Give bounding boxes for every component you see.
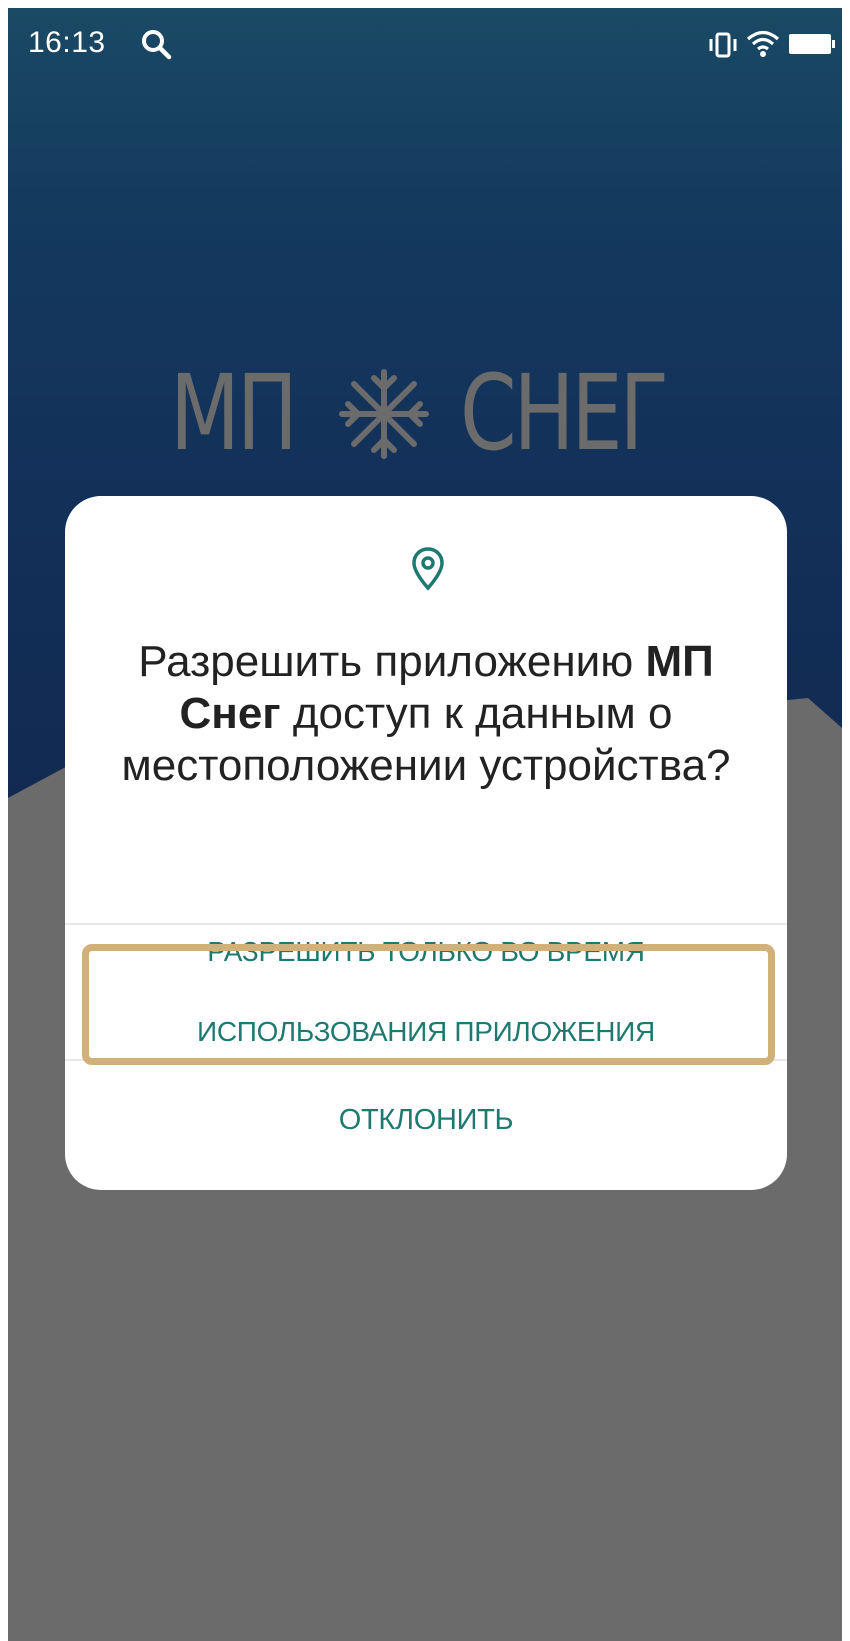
allow-button-label: РАЗРЕШИТЬ ТОЛЬКО ВО ВРЕМЯ ИСПОЛЬЗОВАНИЯ П… bbox=[146, 932, 706, 1052]
status-time: 16:13 bbox=[28, 26, 106, 59]
deny-button[interactable]: ОТКЛОНИТЬ bbox=[65, 1061, 787, 1190]
app-logo: МП СНЕГ bbox=[170, 358, 700, 468]
allow-label-line-2: ИСПОЛЬЗОВАНИЯ ПРИЛОЖЕНИЯ bbox=[197, 1016, 655, 1047]
battery-icon bbox=[789, 34, 835, 54]
allow-label-line-1: РАЗРЕШИТЬ ТОЛЬКО ВО ВРЕМЯ bbox=[207, 936, 645, 967]
search-icon bbox=[142, 30, 172, 60]
vibrate-icon bbox=[709, 32, 737, 58]
logo-text-left: МП bbox=[170, 352, 298, 474]
snowflake-icon bbox=[339, 369, 429, 459]
phone-screen: 16:13 МП СНЕГ Разрешить приложению МП Сн… bbox=[8, 8, 842, 1641]
location-pin-icon bbox=[412, 547, 444, 591]
permission-dialog: Разрешить приложению МП Снег доступ к да… bbox=[65, 496, 787, 1190]
title-prefix: Разрешить приложению bbox=[138, 637, 646, 686]
logo-text-right: СНЕГ bbox=[460, 352, 669, 474]
allow-while-using-button[interactable]: РАЗРЕШИТЬ ТОЛЬКО ВО ВРЕМЯ ИСПОЛЬЗОВАНИЯ П… bbox=[65, 925, 787, 1059]
status-bar: 16:13 bbox=[8, 8, 842, 78]
dialog-title: Разрешить приложению МП Снег доступ к да… bbox=[105, 636, 747, 792]
wifi-icon bbox=[746, 30, 780, 57]
